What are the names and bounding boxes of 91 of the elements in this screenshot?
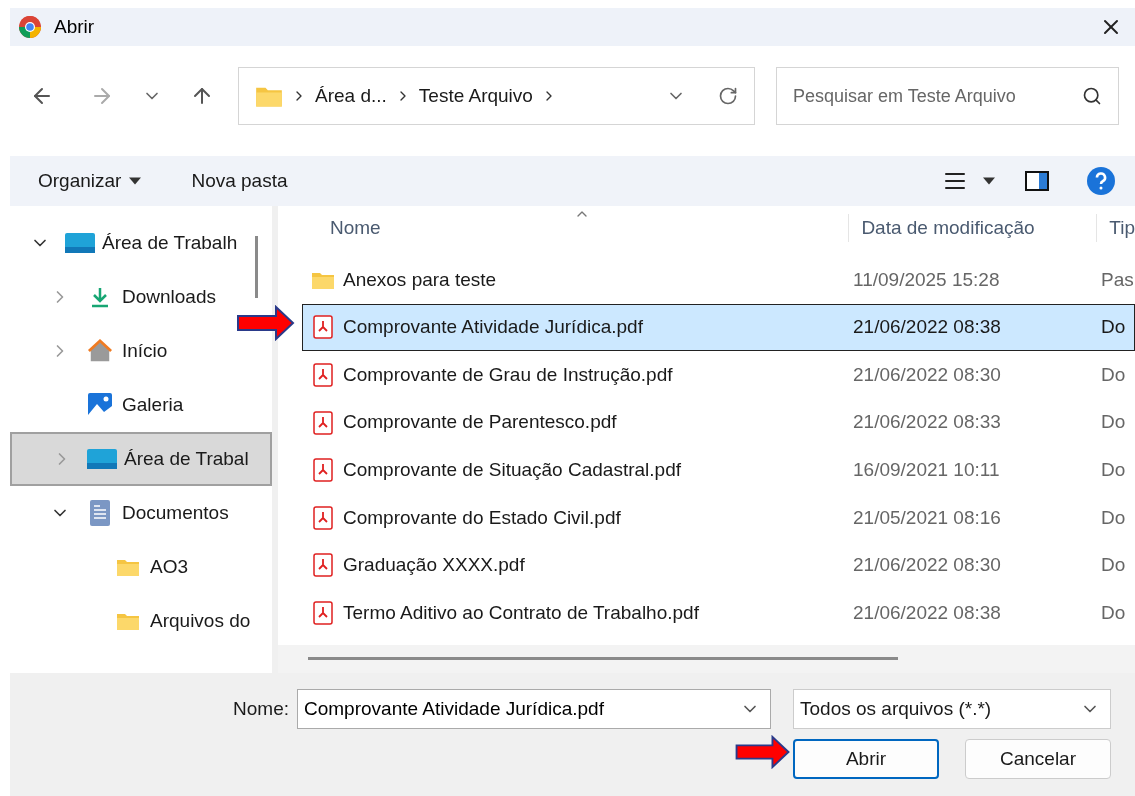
file-type-value: Todos os arquivos (*.*): [800, 696, 993, 721]
file-type: Do: [1101, 362, 1126, 387]
tree-item[interactable]: Arquivos do: [10, 594, 272, 648]
tree-item[interactable]: Galeria: [10, 378, 272, 432]
breadcrumb[interactable]: Área d...: [315, 81, 387, 111]
file-row[interactable]: Comprovante do Estado Civil.pdf 21/05/2021 08:16 Do: [302, 493, 1135, 542]
file-date: 21/06/2022 08:38: [853, 315, 1002, 340]
tree-item-label: Documentos: [122, 500, 229, 525]
file-type-dropdown[interactable]: Todos os arquivos (*.*): [793, 689, 1111, 729]
open-button[interactable]: Abrir: [793, 739, 939, 779]
tree-item-label: Área de Trabalh: [102, 230, 238, 255]
gallery-icon: [86, 391, 114, 419]
file-type: Do: [1101, 505, 1126, 530]
tree-item-label: Galeria: [122, 392, 184, 417]
caret-icon[interactable]: [983, 177, 995, 185]
file-row[interactable]: Comprovante de Parentesco.pdf 21/06/2022 08:33 Do: [302, 398, 1135, 447]
pdf-icon: [313, 458, 333, 483]
tree-item-label: Downloads: [122, 284, 216, 309]
file-row[interactable]: Anexos para teste 11/09/2025 15:28 Pas: [302, 256, 1135, 304]
tree-item[interactable]: AO3: [10, 540, 272, 594]
tree-item-label: Área de Trabal: [124, 446, 249, 471]
column-header[interactable]: Data de modificação: [848, 213, 1097, 243]
app-icon: [18, 15, 42, 39]
tree-item[interactable]: Downloads: [10, 270, 272, 324]
search-input[interactable]: Pesquisar em Teste Arquivo: [793, 82, 1082, 110]
search-icon[interactable]: [1082, 86, 1102, 106]
file-name: Comprovante de Grau de Instrução.pdf: [343, 362, 674, 387]
tree-item[interactable]: Área de Trabalh: [10, 216, 272, 270]
tree-item[interactable]: Documentos: [10, 486, 272, 540]
file-date: 21/06/2022 08:30: [853, 362, 1002, 387]
file-type: Do: [1101, 457, 1126, 482]
refresh-icon[interactable]: [718, 86, 738, 106]
file-name: Termo Aditivo ao Contrato de Trabalho.pdf: [343, 600, 700, 625]
monitor-icon: [65, 232, 95, 254]
file-date: 21/06/2022 08:38: [853, 600, 1002, 625]
document-icon: [89, 499, 111, 527]
filename-field[interactable]: Comprovante Atividade Jurídica.pdf: [297, 689, 771, 729]
file-date: 21/05/2021 08:16: [853, 505, 1002, 530]
tree-item-label: AO3: [150, 554, 189, 579]
column-header[interactable]: Nome: [278, 213, 849, 243]
help-icon[interactable]: [1087, 167, 1115, 195]
file-name: Comprovante de Parentesco.pdf: [343, 410, 618, 435]
home-icon: [86, 339, 114, 363]
file-date: 11/09/2025 15:28: [853, 267, 1001, 292]
organize-button[interactable]: Organizar: [38, 166, 142, 196]
file-name: Comprovante do Estado Civil.pdf: [343, 505, 622, 530]
file-name: Graduação XXXX.pdf: [343, 553, 526, 578]
scrollbar-thumb[interactable]: [255, 236, 258, 298]
pdf-icon: [313, 363, 333, 387]
monitor-icon: [87, 448, 117, 470]
file-name: Anexos para teste: [343, 267, 498, 292]
pdf-icon: [313, 410, 333, 435]
pdf-icon: [313, 600, 333, 625]
file-date: 21/06/2022 08:33: [853, 410, 1002, 435]
folder-icon: [116, 557, 140, 577]
file-name: Comprovante de Situação Cadastral.pdf: [343, 457, 682, 482]
file-row[interactable]: Comprovante de Situação Cadastral.pdf 16/09/2021 10:11 Do: [302, 446, 1135, 494]
cancel-button[interactable]: Cancelar: [965, 739, 1111, 779]
pdf-icon: [313, 315, 333, 340]
file-row[interactable]: Comprovante Atividade Jurídica.pdf 21/06/2022 08:38 Do: [302, 303, 1135, 352]
tree-item[interactable]: Início: [10, 324, 272, 378]
file-type: Do: [1101, 315, 1126, 340]
breadcrumb[interactable]: Teste Arquivo: [418, 81, 533, 111]
filename-label: Nome:: [233, 696, 289, 721]
file-date: 21/06/2022 08:30: [853, 553, 1002, 578]
window-title: Abrir: [54, 14, 95, 39]
file-type: Do: [1101, 553, 1126, 578]
file-type: Pas: [1101, 267, 1134, 292]
pdf-icon: [313, 553, 333, 578]
folder-icon: [116, 611, 140, 631]
filename-input[interactable]: Comprovante Atividade Jurídica.pdf: [304, 694, 740, 724]
tree-item-label: Início: [122, 338, 168, 363]
pdf-icon: [313, 505, 333, 530]
file-name: Comprovante Atividade Jurídica.pdf: [343, 315, 644, 340]
file-row[interactable]: Termo Aditivo ao Contrato de Trabalho.pdf 21/06/2022 08:38 Do: [302, 589, 1135, 637]
file-row[interactable]: Graduação XXXX.pdf 21/06/2022 08:30 Do: [302, 541, 1135, 590]
file-type: Do: [1101, 410, 1126, 435]
tree-item-label: Arquivos do: [150, 608, 251, 633]
arrow-icon: [735, 735, 791, 769]
address-bar[interactable]: Área d... Teste Arquivo: [238, 67, 755, 125]
preview-pane-icon[interactable]: [1025, 171, 1049, 191]
new-folder-button[interactable]: Nova pasta: [191, 166, 288, 196]
file-date: 16/09/2021 10:11: [853, 457, 1001, 482]
scrollbar-thumb[interactable]: [308, 657, 898, 660]
column-header[interactable]: Tip: [1096, 213, 1135, 243]
file-row[interactable]: Comprovante de Grau de Instrução.pdf 21/06/2022 08:30 Do: [302, 351, 1135, 399]
tree-item[interactable]: Área de Trabal: [10, 432, 272, 486]
search-field[interactable]: Pesquisar em Teste Arquivo: [776, 67, 1119, 125]
file-type: Do: [1101, 600, 1126, 625]
arrow-icon: [237, 305, 295, 341]
caret-icon: [129, 177, 142, 185]
